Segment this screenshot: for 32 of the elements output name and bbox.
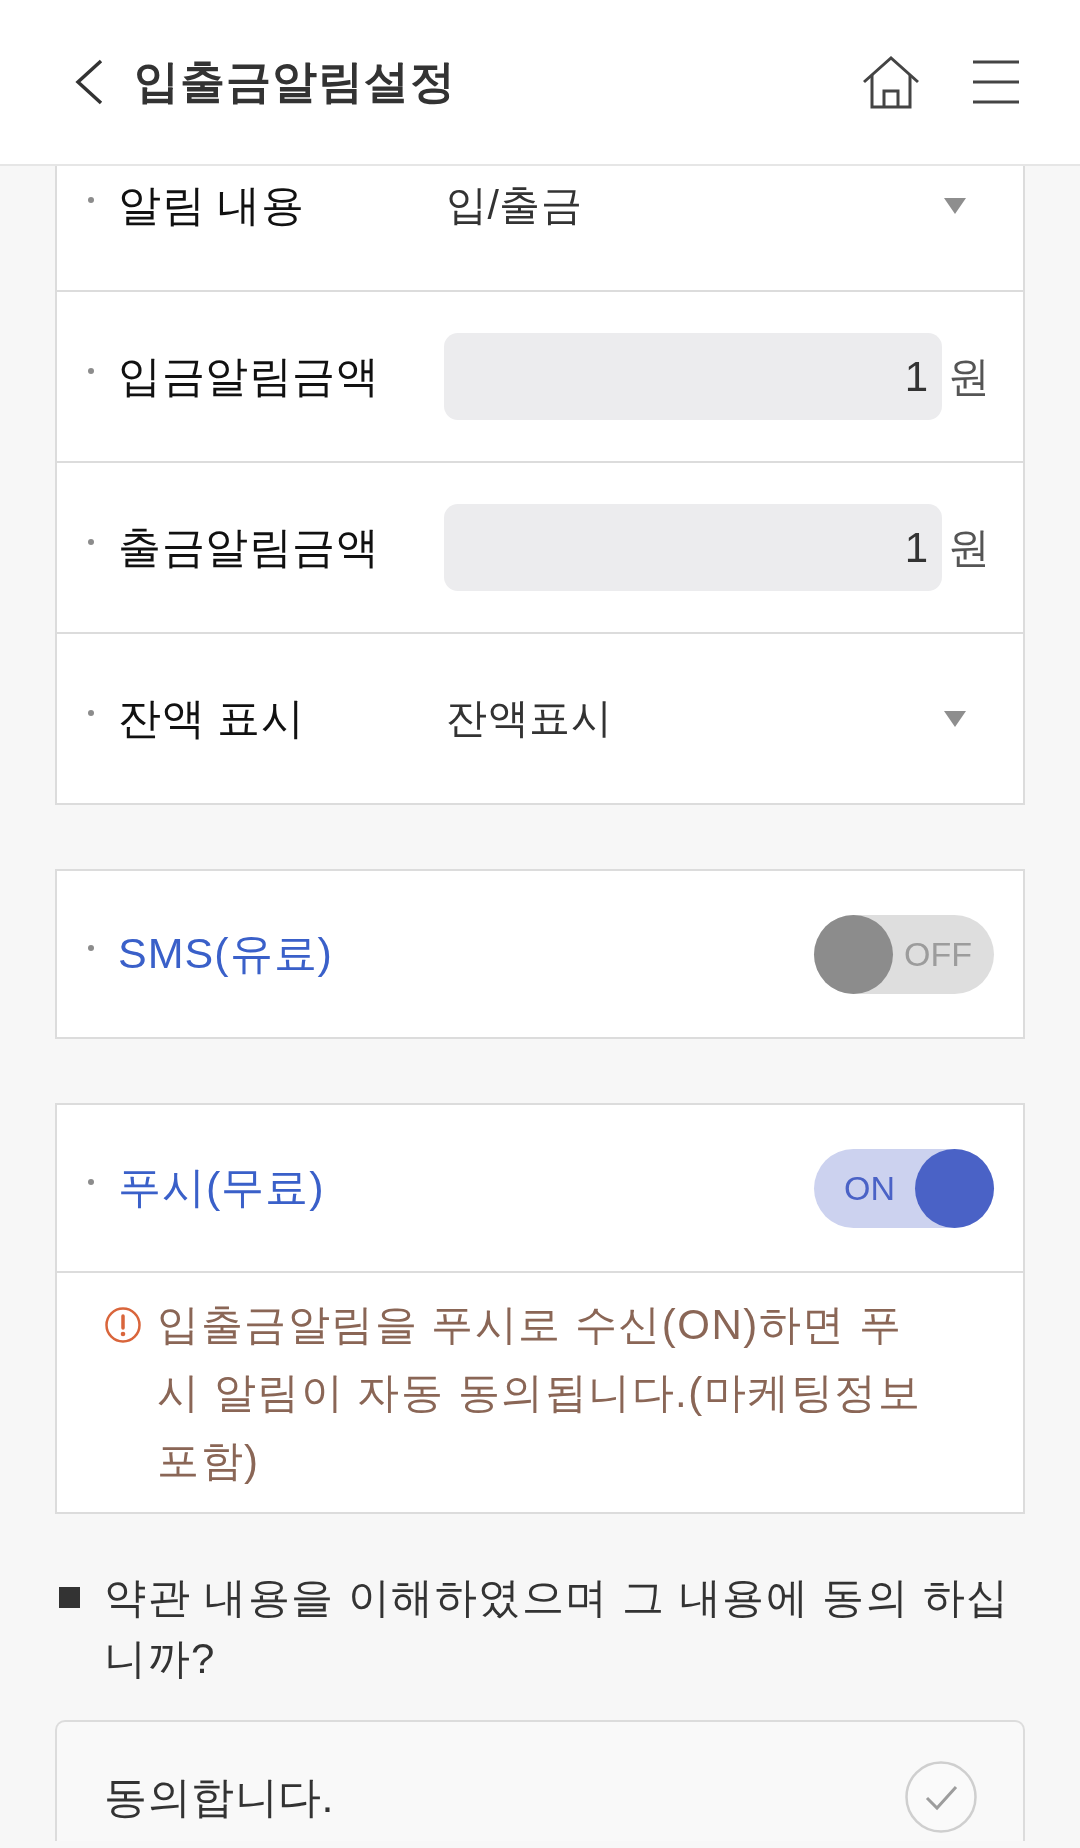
menu-icon[interactable] bbox=[973, 59, 1019, 105]
unit-label: 원 bbox=[948, 351, 990, 402]
setting-label: 알림 내용 bbox=[118, 179, 306, 231]
bullet-dot-icon bbox=[88, 1179, 94, 1185]
page-title: 입출금알림설정 bbox=[134, 55, 457, 109]
bullet-dot-icon bbox=[88, 709, 94, 716]
exclamation-circle-icon bbox=[105, 1307, 141, 1343]
unit-label: 원 bbox=[948, 522, 990, 573]
channel-label: SMS(유료) bbox=[118, 928, 334, 979]
terms-question: 약관 내용을 이해하였으며 그 내용에 동의 하십니까? bbox=[104, 1573, 1011, 1684]
bullet-dot-icon bbox=[88, 945, 94, 951]
agree-label: 동의합니다. bbox=[104, 1772, 335, 1823]
bullet-dot-icon bbox=[88, 538, 94, 545]
select-field[interactable]: 잔액표시 bbox=[444, 675, 990, 762]
home-icon[interactable] bbox=[861, 55, 921, 109]
bullet-dot-icon bbox=[88, 196, 94, 203]
channel-label: 푸시(무료) bbox=[118, 1162, 326, 1213]
caret-down-icon bbox=[944, 710, 966, 727]
back-icon[interactable] bbox=[74, 59, 104, 105]
agree-option[interactable]: 동의합니다. bbox=[55, 1720, 1025, 1841]
setting-label: 잔액 표시 bbox=[118, 692, 306, 744]
amount-input[interactable]: 1 bbox=[444, 504, 942, 591]
notice-text: 입출금알림을 푸시로 수신(ON)하면 푸시 알림이 자동 동의됩니다.(마케팅정보 포함) bbox=[157, 1300, 923, 1486]
select-field[interactable]: 입/출금 bbox=[444, 166, 990, 249]
toggle-switch[interactable]: ON bbox=[814, 1148, 994, 1228]
checkbox[interactable] bbox=[905, 1761, 977, 1833]
setting-label: 출금알림금액 bbox=[118, 521, 380, 573]
bullet-dot-icon bbox=[88, 367, 94, 374]
setting-label: 입금알림금액 bbox=[118, 350, 380, 402]
square-bullet-icon bbox=[59, 1587, 80, 1608]
caret-down-icon bbox=[944, 197, 966, 214]
amount-input[interactable]: 1 bbox=[444, 333, 942, 420]
